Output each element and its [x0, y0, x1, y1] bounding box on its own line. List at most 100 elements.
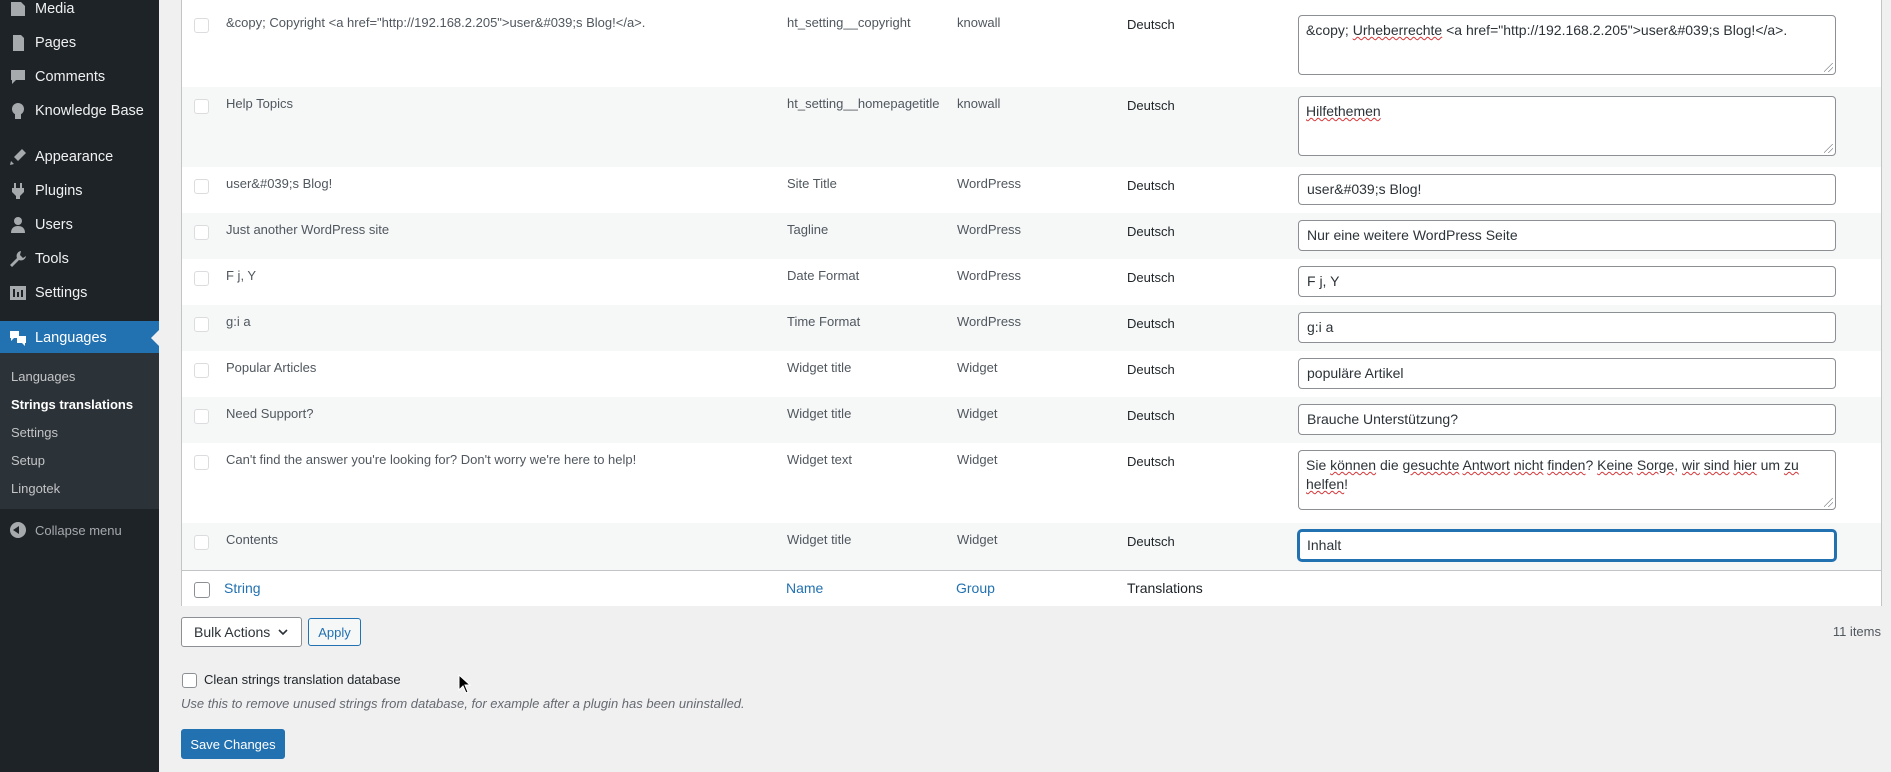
table-row: g:i a Time Format WordPress Deutsch g:i …	[182, 305, 1881, 351]
translation-input[interactable]: g:i a	[1298, 312, 1836, 343]
translation-icon	[0, 328, 35, 348]
menu-label: Users	[35, 217, 73, 233]
row-checkbox[interactable]	[194, 363, 209, 378]
menu-item-tools[interactable]: Tools	[0, 242, 159, 276]
submenu-languages[interactable]: Languages	[11, 369, 75, 384]
name-cell: Tagline	[787, 222, 829, 237]
table-row: &copy; Copyright <a href="http://192.168…	[182, 0, 1881, 87]
string-cell: Contents	[226, 532, 279, 547]
paintbrush-icon	[0, 147, 35, 167]
menu-item-languages[interactable]: Languages	[0, 321, 159, 355]
name-cell: Widget title	[787, 532, 852, 547]
menu-item-knowledge-base[interactable]: Knowledge Base	[0, 94, 159, 128]
menu-item-users[interactable]: Users	[0, 208, 159, 242]
translation-textarea[interactable]: Hilfethemen	[1298, 96, 1836, 156]
group-cell: knowall	[957, 96, 1001, 111]
menu-label: Languages	[35, 330, 107, 346]
name-cell: Widget text	[787, 452, 853, 467]
admin-sidebar: Media Pages Comments Knowledge Base Appe…	[0, 0, 159, 772]
table-row: Just another WordPress site Tagline Word…	[182, 213, 1881, 259]
translation-input[interactable]: Inhalt	[1298, 530, 1836, 561]
row-checkbox[interactable]	[194, 179, 209, 194]
translation-input[interactable]: Brauche Unterstützung?	[1298, 404, 1836, 435]
language-cell: Deutsch	[1127, 98, 1175, 113]
menu-item-appearance[interactable]: Appearance	[0, 140, 159, 174]
language-cell: Deutsch	[1127, 454, 1175, 469]
menu-item-pages[interactable]: Pages	[0, 26, 159, 60]
strings-table: &copy; Copyright <a href="http://192.168…	[181, 0, 1882, 606]
row-checkbox[interactable]	[194, 99, 209, 114]
table-footer: String Name Group Translations	[182, 570, 1881, 606]
menu-label: Pages	[35, 35, 77, 51]
table-row: Contents Widget title Widget Deutsch Inh…	[182, 523, 1881, 570]
group-cell: knowall	[957, 15, 1001, 30]
table-row: user&#039;s Blog! Site Title WordPress D…	[182, 167, 1881, 213]
column-header-string[interactable]: String	[224, 580, 261, 596]
column-header-group[interactable]: Group	[956, 580, 995, 596]
lightbulb-icon	[0, 101, 35, 121]
clean-database-label[interactable]: Clean strings translation database	[204, 672, 401, 687]
row-checkbox[interactable]	[194, 317, 209, 332]
menu-label: Plugins	[35, 183, 83, 199]
group-cell: WordPress	[957, 222, 1022, 237]
group-cell: Widget	[957, 532, 998, 547]
save-changes-button[interactable]: Save Changes	[181, 729, 285, 759]
menu-label: Knowledge Base	[35, 103, 144, 119]
string-cell: Popular Articles	[226, 360, 317, 375]
menu-item-comments[interactable]: Comments	[0, 60, 159, 94]
name-cell: Widget title	[787, 406, 852, 421]
table-row: Need Support? Widget title Widget Deutsc…	[182, 397, 1881, 443]
row-checkbox[interactable]	[194, 409, 209, 424]
column-header-translations: Translations	[1127, 580, 1203, 596]
group-cell: WordPress	[957, 176, 1022, 191]
language-cell: Deutsch	[1127, 17, 1175, 32]
mouse-cursor-icon	[458, 674, 472, 694]
name-cell: Site Title	[787, 176, 837, 191]
column-header-name[interactable]: Name	[786, 580, 823, 596]
string-cell: Just another WordPress site	[226, 222, 390, 237]
clean-database-checkbox[interactable]	[182, 673, 197, 688]
translation-input[interactable]: Nur eine weitere WordPress Seite	[1298, 220, 1836, 251]
language-cell: Deutsch	[1127, 316, 1175, 331]
translation-textarea[interactable]: &copy; Urheberrechte <a href="http://192…	[1298, 15, 1836, 75]
string-cell: &copy; Copyright <a href="http://192.168…	[226, 15, 646, 30]
string-cell: user&#039;s Blog!	[226, 176, 333, 191]
settings-icon	[0, 283, 35, 303]
submenu-settings[interactable]: Settings	[11, 425, 58, 440]
name-cell: Widget title	[787, 360, 852, 375]
plugin-icon	[0, 181, 35, 201]
row-checkbox[interactable]	[194, 271, 209, 286]
row-checkbox[interactable]	[194, 225, 209, 240]
group-cell: WordPress	[957, 268, 1022, 283]
name-cell: ht_setting__copyright	[787, 15, 911, 30]
comments-icon	[0, 67, 35, 87]
translation-input[interactable]: user&#039;s Blog!	[1298, 174, 1836, 205]
bulk-actions-value: Bulk Actions	[194, 624, 271, 640]
translation-input[interactable]: F j, Y	[1298, 266, 1836, 297]
translation-textarea[interactable]: Sie können die gesuchte Antwort nicht fi…	[1298, 450, 1836, 510]
collapse-menu-button[interactable]: Collapse menu	[0, 517, 159, 543]
translation-input[interactable]: populäre Artikel	[1298, 358, 1836, 389]
apply-button[interactable]: Apply	[308, 618, 361, 646]
language-cell: Deutsch	[1127, 408, 1175, 423]
submenu-lingotek[interactable]: Lingotek	[11, 481, 60, 496]
menu-label: Comments	[35, 69, 106, 85]
name-cell: Date Format	[787, 268, 860, 283]
row-checkbox[interactable]	[194, 535, 209, 550]
pages-icon	[0, 33, 35, 53]
clean-database-description: Use this to remove unused strings from d…	[181, 696, 745, 711]
bulk-actions-select[interactable]: Bulk Actions	[181, 617, 302, 647]
row-checkbox[interactable]	[194, 18, 209, 33]
string-cell: Can't find the answer you're looking for…	[226, 452, 637, 467]
string-cell: Help Topics	[226, 96, 293, 111]
menu-item-media[interactable]: Media	[0, 0, 159, 26]
submenu-strings-translations[interactable]: Strings translations	[11, 397, 133, 412]
languages-submenu: Languages Strings translations Settings …	[0, 353, 159, 509]
menu-item-settings[interactable]: Settings	[0, 276, 159, 310]
menu-item-plugins[interactable]: Plugins	[0, 174, 159, 208]
submenu-setup[interactable]: Setup	[11, 453, 45, 468]
select-all-checkbox[interactable]	[194, 582, 210, 598]
collapse-label: Collapse menu	[35, 522, 122, 538]
name-cell: ht_setting__homepagetitle	[787, 96, 940, 111]
row-checkbox[interactable]	[194, 455, 209, 470]
